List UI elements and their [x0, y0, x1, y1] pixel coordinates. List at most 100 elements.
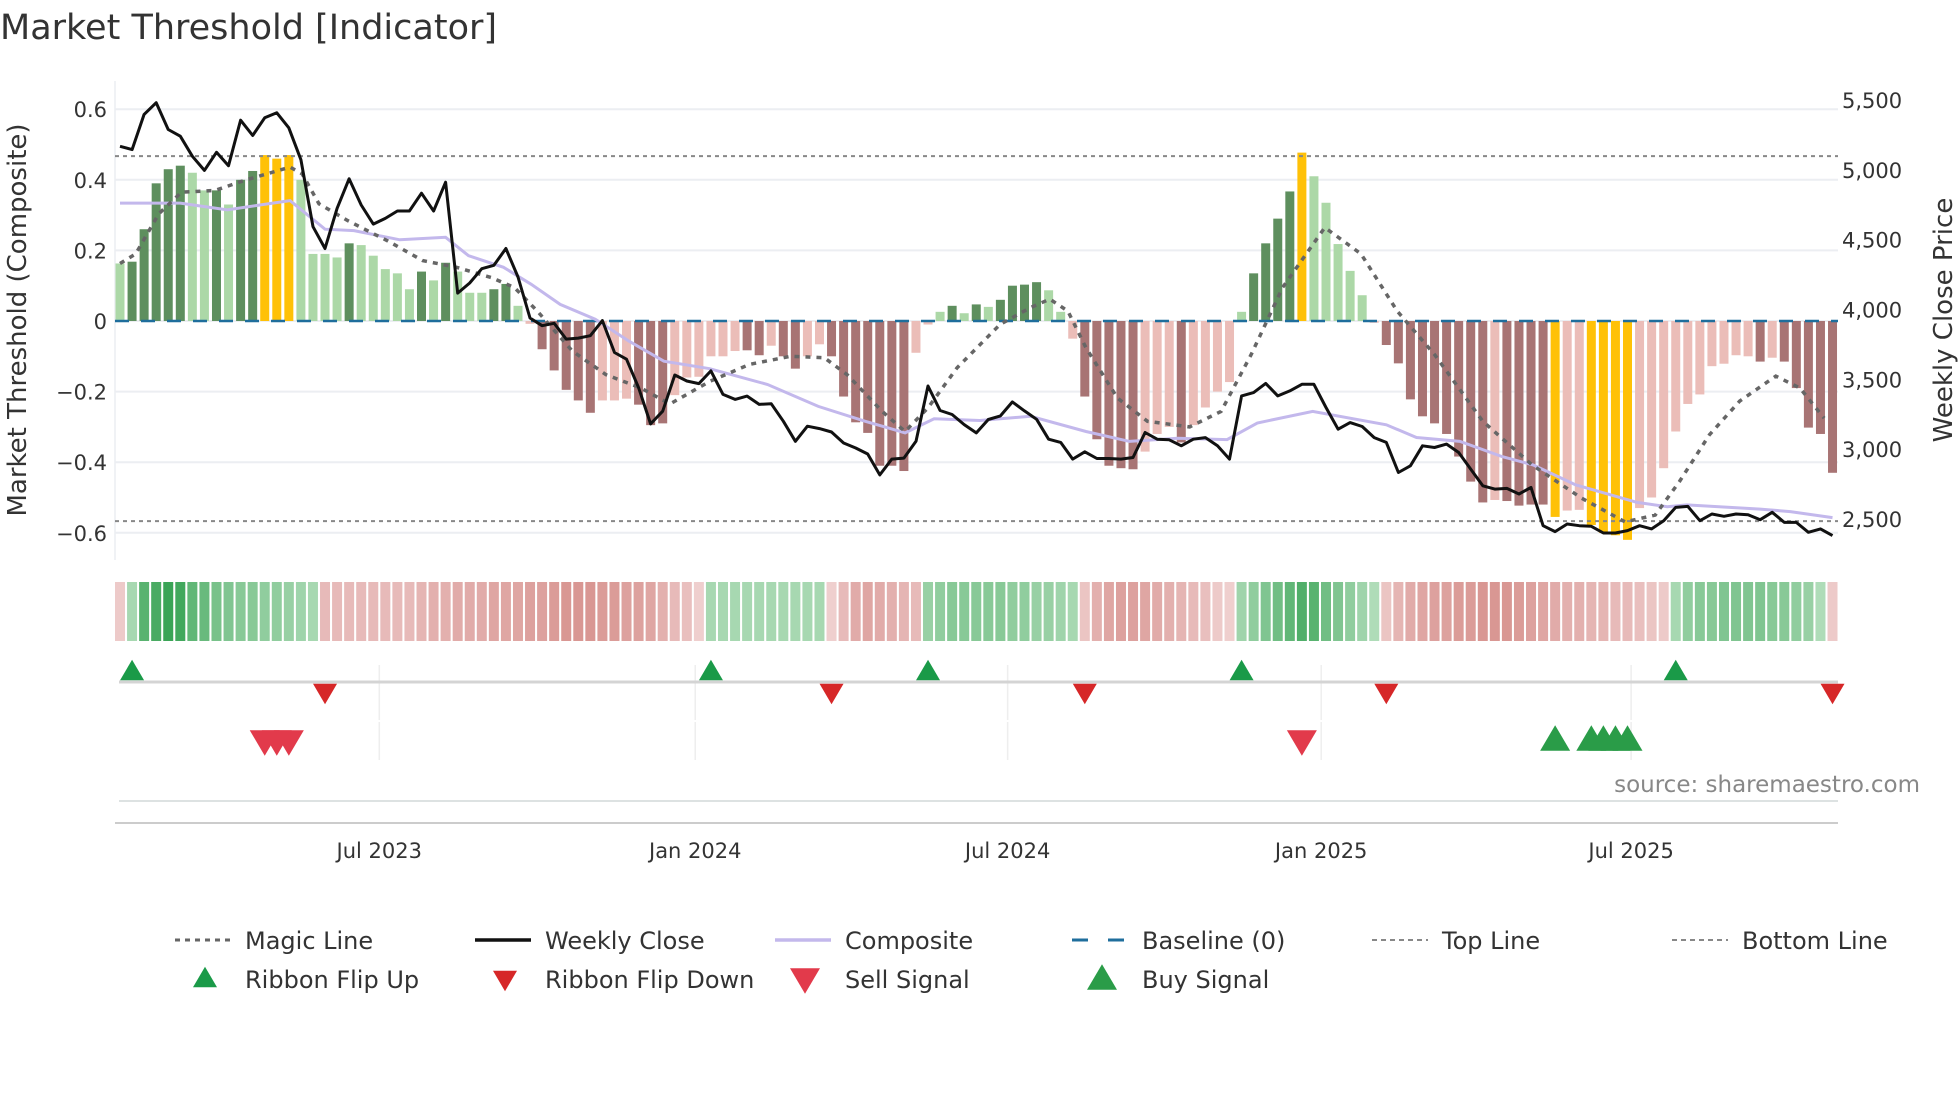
ribbon-flip-up-marker — [698, 659, 723, 681]
composite-bar — [899, 321, 909, 472]
ribbon-cell — [163, 582, 174, 641]
ribbon-cell — [947, 582, 958, 641]
ribbon-cell — [693, 582, 704, 641]
ribbon-cell — [344, 582, 355, 641]
composite-bar — [863, 321, 873, 433]
ribbon-cell — [983, 582, 994, 641]
ribbon-cell — [1827, 582, 1838, 641]
composite-bar — [284, 155, 294, 321]
ribbon-strip — [115, 582, 1838, 641]
ribbon-cell — [790, 582, 801, 641]
composite-bar — [1092, 321, 1102, 440]
composite-bar — [1623, 321, 1632, 540]
composite-bar — [947, 305, 957, 321]
ribbon-cell — [1043, 582, 1054, 641]
ribbon-cell — [392, 582, 403, 641]
ribbon-cell — [1441, 582, 1452, 641]
left-tick-label: 0.2 — [74, 239, 107, 263]
ribbon-cell — [1188, 582, 1199, 641]
right-tick-label: 5,500 — [1842, 89, 1902, 113]
composite-bar — [1128, 321, 1138, 470]
composite-bar — [417, 271, 426, 321]
ribbon-cell — [1453, 582, 1464, 641]
ribbon-cell — [512, 582, 523, 641]
legend-label: Ribbon Flip Down — [545, 966, 754, 994]
composite-bar — [971, 304, 981, 321]
composite-bar — [887, 321, 897, 466]
composite-bar — [1731, 321, 1741, 356]
composite-bar — [1333, 244, 1343, 321]
ribbon-cell — [609, 582, 620, 641]
signal-rows — [115, 659, 1845, 824]
left-tick-label: −0.6 — [56, 522, 107, 546]
composite-bar — [344, 243, 354, 321]
ribbon-cell — [380, 582, 391, 641]
composite-bar — [911, 321, 921, 353]
ribbon-cell — [1128, 582, 1139, 641]
composite-bar — [1574, 321, 1584, 510]
ribbon-cell — [705, 582, 716, 641]
ribbon-cell — [802, 582, 813, 641]
composite-bar — [1454, 321, 1464, 457]
legend-label: Composite — [845, 927, 973, 955]
ribbon-cell — [1369, 582, 1380, 641]
ribbon-cell — [440, 582, 451, 641]
composite-bar — [1478, 321, 1488, 503]
ribbon-cell — [1429, 582, 1440, 641]
ribbon-cell — [1718, 582, 1729, 641]
ribbon-cell — [718, 582, 728, 641]
composite-bar — [465, 292, 475, 321]
composite-bar — [429, 280, 439, 321]
composite-bar — [1116, 321, 1126, 469]
composite-bar — [368, 255, 378, 321]
ribbon-cell — [1550, 582, 1561, 641]
composite-bar — [175, 165, 185, 321]
ribbon-cell — [1284, 582, 1295, 641]
right-tick-label: 4,000 — [1842, 298, 1902, 322]
ribbon-cell — [1610, 582, 1621, 641]
x-tick-label: Jul 2024 — [963, 839, 1050, 863]
ribbon-cell — [1200, 582, 1211, 641]
composite-bar — [332, 257, 342, 321]
market-threshold-chart: Market Threshold [Indicator] 0.6 0.4 0.2 0 −… — [0, 8, 1959, 994]
composite-bar — [1393, 321, 1403, 364]
composite-bar — [1261, 243, 1271, 321]
ribbon-cell — [826, 582, 837, 641]
composite-bar — [1212, 321, 1222, 392]
ribbon-cell — [1477, 582, 1488, 641]
left-tick-label: 0.4 — [74, 169, 107, 193]
ribbon-cell — [283, 582, 294, 641]
composite-bar — [718, 321, 728, 357]
ribbon-cell — [778, 582, 789, 641]
composite-bar — [115, 263, 125, 321]
legend-item: Ribbon Flip Up — [193, 966, 419, 994]
composite-bar — [1381, 321, 1391, 346]
ribbon-cell — [573, 582, 584, 641]
composite-bar — [248, 170, 258, 321]
composite-bar — [1550, 321, 1560, 517]
ribbon-cell — [1791, 582, 1802, 641]
ribbon-cell — [669, 582, 680, 641]
composite-bar — [802, 321, 812, 357]
composite-bar — [935, 311, 945, 321]
ribbon-cell — [1007, 582, 1018, 641]
composite-bar — [199, 190, 209, 321]
ribbon-cell — [452, 582, 463, 641]
composite-bar — [1743, 321, 1753, 357]
ribbon-cell — [657, 582, 668, 641]
ribbon-cell — [1224, 582, 1235, 641]
composite-bar — [839, 321, 849, 397]
legend-item: Composite — [775, 927, 973, 955]
ribbon-cell — [1526, 582, 1537, 641]
composite-bar — [983, 306, 993, 321]
legend-label: Ribbon Flip Up — [245, 966, 419, 994]
ribbon-cell — [886, 582, 897, 641]
composite-bar — [875, 321, 885, 466]
ribbon-cell — [1321, 582, 1331, 641]
composite-bar — [1659, 321, 1669, 469]
ribbon-cell — [1393, 582, 1404, 641]
composite-bar — [1695, 321, 1705, 395]
ribbon-cell — [1670, 582, 1681, 641]
left-tick-label: −0.4 — [56, 451, 107, 475]
x-tick-label: Jan 2025 — [1273, 839, 1368, 863]
